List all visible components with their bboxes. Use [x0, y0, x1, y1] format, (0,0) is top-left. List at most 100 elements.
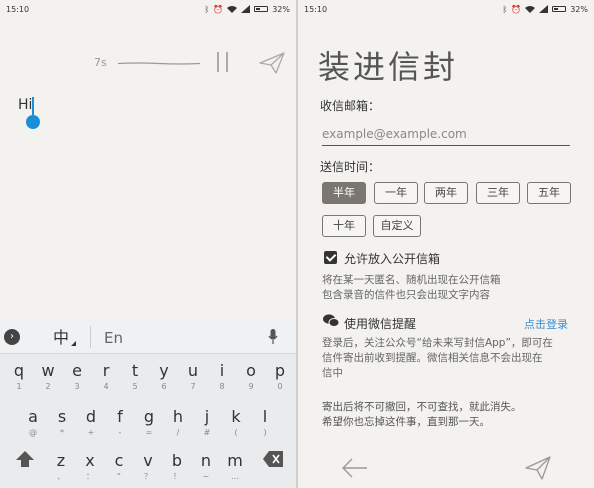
- key-letter: t: [131, 361, 139, 380]
- email-field[interactable]: [322, 122, 570, 146]
- key-symbol: *: [60, 428, 64, 437]
- key-f[interactable]: f-: [107, 404, 133, 440]
- pause-button[interactable]: [214, 52, 232, 74]
- english-mode-button[interactable]: En: [104, 324, 123, 352]
- key-u[interactable]: u7: [180, 358, 206, 394]
- key-symbol: +: [87, 428, 95, 437]
- key-e[interactable]: e3: [64, 358, 90, 394]
- status-time: 15:10: [6, 4, 30, 14]
- key-i[interactable]: i8: [209, 358, 235, 394]
- public-box-label[interactable]: 允许放入公开信箱: [344, 250, 440, 267]
- key-k[interactable]: k(: [223, 404, 249, 440]
- key-symbol: 7: [190, 382, 196, 391]
- alarm-icon: ⏰: [213, 4, 224, 14]
- key-b[interactable]: b！: [164, 448, 190, 484]
- send-time-option[interactable]: 自定义: [373, 215, 421, 237]
- key-p[interactable]: p0: [267, 358, 293, 394]
- send-time-option[interactable]: 一年: [374, 182, 418, 204]
- key-symbol: 0: [277, 382, 283, 391]
- battery-percent: 32%: [570, 4, 588, 14]
- key-h[interactable]: h /: [165, 404, 191, 440]
- send-time-option[interactable]: 两年: [424, 182, 468, 204]
- recorder-bar: 7s: [0, 50, 296, 76]
- key-symbol: 6: [161, 382, 167, 391]
- shift-key[interactable]: [14, 448, 36, 470]
- key-symbol: ): [263, 428, 267, 437]
- wechat-note-1: 登录后，关注公众号“给未来写封信App”，即可在: [322, 337, 553, 349]
- key-letter: y: [159, 361, 169, 380]
- key-x[interactable]: x：: [77, 448, 103, 484]
- key-symbol: 5: [132, 382, 138, 391]
- send-time-option[interactable]: 三年: [476, 182, 520, 204]
- wifi-icon: [227, 6, 238, 13]
- envelope-screen: 15:10 ᛒ ⏰ 32% 装进信封 收信邮箱： 送信时间： 半年一年两年三年五…: [298, 0, 594, 488]
- waveform: [118, 62, 200, 65]
- key-letter: o: [246, 361, 256, 380]
- send-icon[interactable]: [258, 51, 286, 75]
- key-symbol: #: [203, 428, 211, 437]
- signal-icon: [241, 5, 251, 13]
- key-symbol: 3: [74, 382, 80, 391]
- send-time-option[interactable]: 五年: [527, 182, 571, 204]
- status-bar: 15:10 ᛒ ⏰ 32%: [0, 0, 296, 18]
- key-a[interactable]: a @: [20, 404, 46, 440]
- key-c[interactable]: c “: [106, 448, 132, 484]
- send-time-option[interactable]: 半年: [322, 182, 366, 204]
- wechat-note-2: 信件寄出前收到提醒。微信相关信息不会出现在: [322, 352, 543, 364]
- pause-icon-bar-right: [226, 52, 228, 72]
- mic-icon[interactable]: [268, 329, 278, 345]
- key-letter: e: [72, 361, 82, 380]
- toolbar-divider: [90, 326, 91, 348]
- public-box-checkbox[interactable]: [324, 251, 337, 264]
- wechat-icon: [323, 314, 339, 327]
- key-z[interactable]: z、: [48, 448, 74, 484]
- key-w[interactable]: w2: [35, 358, 61, 394]
- key-r[interactable]: r4: [93, 358, 119, 394]
- wifi-icon: [525, 6, 536, 13]
- key-symbol: /: [176, 428, 180, 437]
- back-arrow-icon[interactable]: [342, 457, 368, 479]
- key-letter: v: [143, 451, 153, 470]
- key-o[interactable]: o9: [238, 358, 264, 394]
- public-box-note-1: 将在某一天匿名、随机出现在公开信箱: [322, 274, 501, 286]
- cursor-drag-handle[interactable]: [26, 115, 40, 129]
- send-time-option[interactable]: 十年: [322, 215, 366, 237]
- text-cursor: [32, 97, 34, 115]
- key-t[interactable]: t5: [122, 358, 148, 394]
- key-symbol: @: [29, 428, 37, 437]
- key-g[interactable]: g =: [136, 404, 162, 440]
- key-symbol: 、: [57, 472, 65, 481]
- keyboard-toolbar: › 中 En: [0, 320, 296, 354]
- alarm-icon: ⏰: [511, 4, 522, 14]
- key-letter: g: [143, 407, 155, 426]
- email-label: 收信邮箱：: [320, 99, 381, 113]
- wechat-login-link[interactable]: 点击登录: [524, 316, 568, 332]
- bluetooth-icon: ᛒ: [502, 4, 508, 14]
- pause-icon-bar-left: [217, 52, 219, 72]
- send-icon[interactable]: [524, 455, 552, 481]
- key-v[interactable]: v？: [135, 448, 161, 484]
- chevron-right-icon[interactable]: ›: [4, 329, 20, 345]
- key-n[interactable]: n ~: [193, 448, 219, 484]
- key-q[interactable]: q1: [6, 358, 32, 394]
- wechat-reminder-label: 使用微信提醒: [344, 317, 417, 331]
- key-letter: j: [204, 407, 210, 426]
- key-symbol: 1: [16, 382, 22, 391]
- key-j[interactable]: j #: [194, 404, 220, 440]
- key-symbol: -: [118, 428, 122, 437]
- backspace-key[interactable]: [262, 450, 284, 468]
- key-d[interactable]: d +: [78, 404, 104, 440]
- page-title: 装进信封: [318, 48, 459, 86]
- battery-icon: [552, 6, 567, 12]
- key-l[interactable]: l): [252, 404, 278, 440]
- chinese-mode-button[interactable]: 中: [36, 324, 86, 352]
- key-s[interactable]: s *: [49, 404, 75, 440]
- key-m[interactable]: m…: [222, 448, 248, 484]
- letter-body-text[interactable]: Hi: [18, 97, 32, 113]
- key-symbol: =: [145, 428, 153, 437]
- wechat-note-3: 信中: [322, 367, 343, 379]
- key-y[interactable]: y6: [151, 358, 177, 394]
- key-letter: w: [41, 361, 55, 380]
- key-letter: r: [102, 361, 110, 380]
- key-letter: a: [28, 407, 38, 426]
